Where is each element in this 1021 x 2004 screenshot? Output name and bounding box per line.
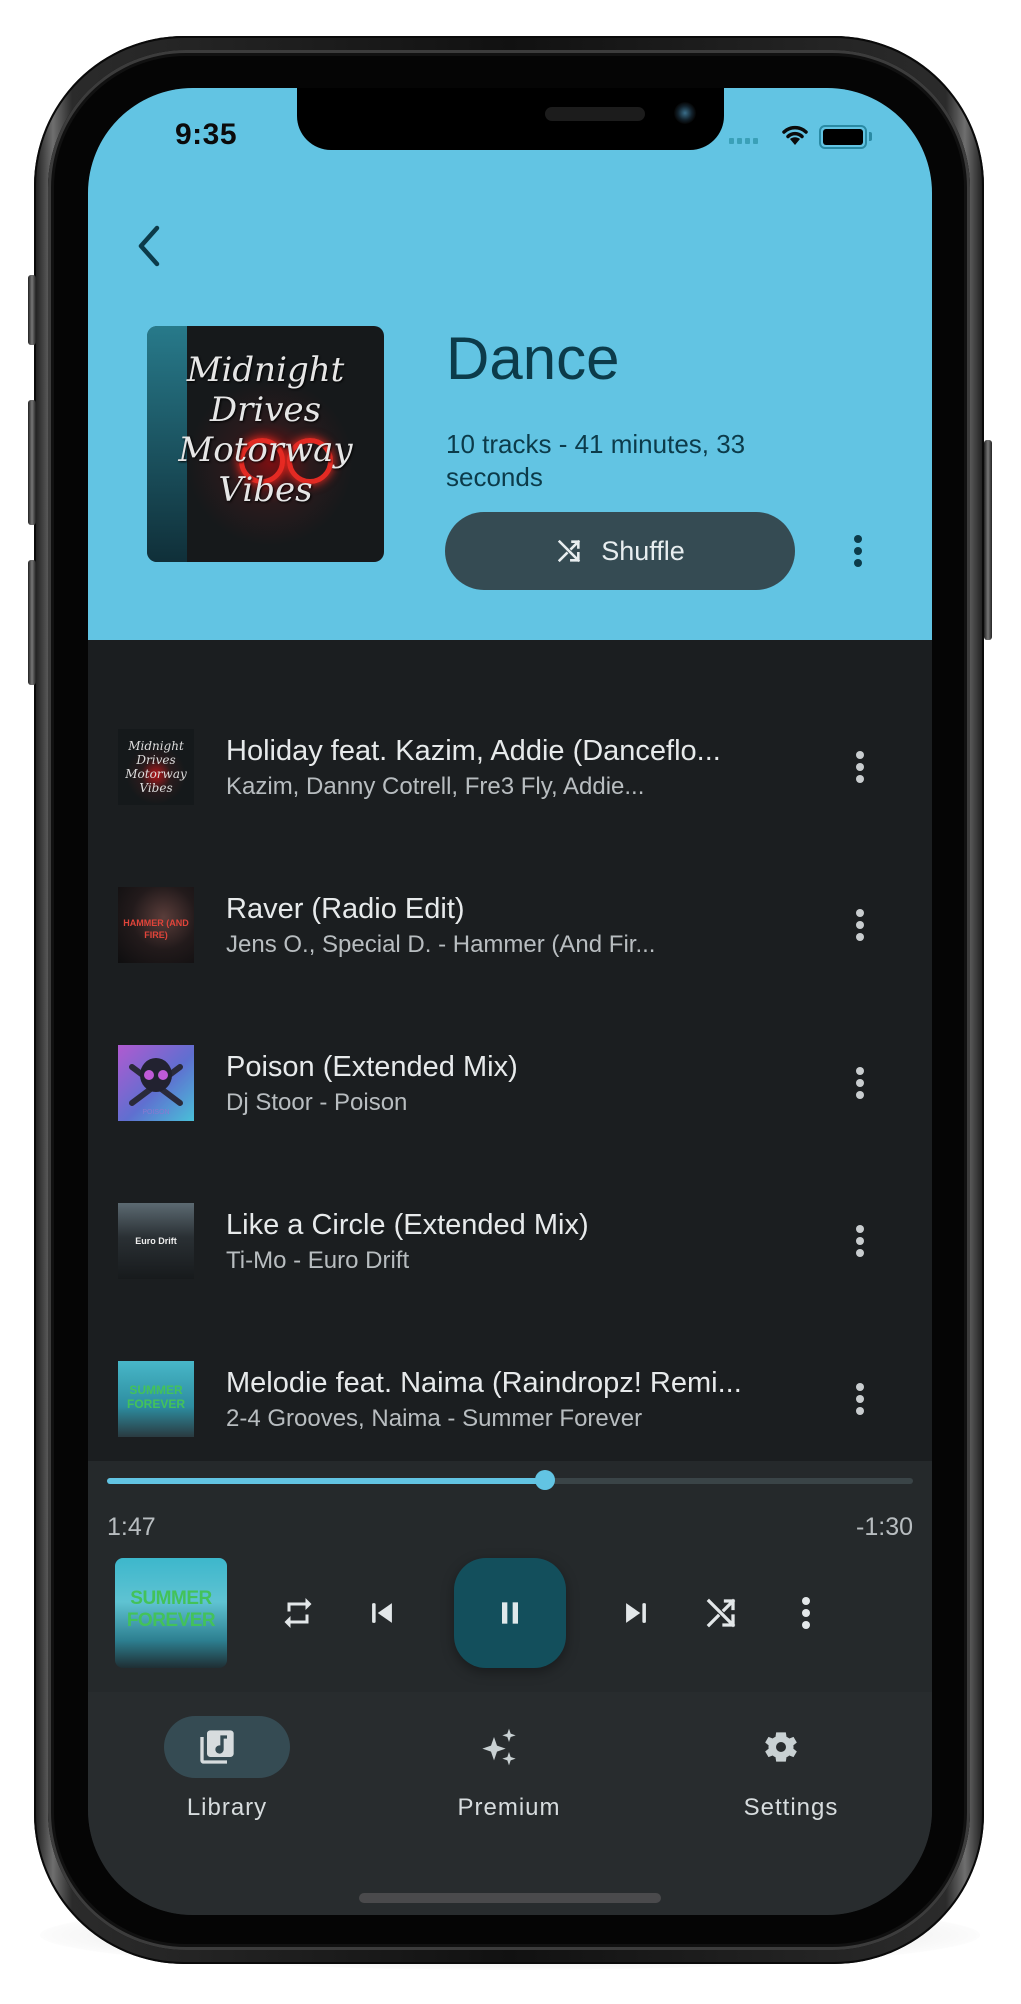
chevron-left-icon <box>138 225 160 267</box>
track-row[interactable]: Euro Drift Like a Circle (Extended Mix) … <box>88 1176 932 1306</box>
previous-button[interactable] <box>352 1583 412 1643</box>
track-title: Melodie feat. Naima (Raindropz! Remi... <box>226 1367 742 1399</box>
more-vertical-icon <box>802 1597 810 1629</box>
elapsed-time: 1:47 <box>107 1513 156 1541</box>
track-title: Holiday feat. Kazim, Addie (Danceflo... <box>226 735 721 767</box>
track-title: Like a Circle (Extended Mix) <box>226 1209 589 1241</box>
track-more-button[interactable] <box>845 1376 875 1422</box>
back-button[interactable] <box>124 216 174 276</box>
shuffle-toggle[interactable] <box>691 1583 751 1643</box>
more-vertical-icon <box>856 1225 864 1257</box>
track-art: POISON <box>118 1045 194 1121</box>
track-art: SUMMER FOREVER <box>118 1361 194 1437</box>
repeat-icon <box>284 1598 312 1628</box>
gear-icon <box>761 1727 801 1767</box>
nav-label: Library <box>186 1794 268 1821</box>
remaining-time: -1:30 <box>856 1513 913 1541</box>
track-artist: 2-4 Grooves, Naima - Summer Forever <box>226 1405 643 1432</box>
more-vertical-icon <box>856 1383 864 1415</box>
power-button <box>984 440 992 640</box>
nav-label: Settings <box>743 1794 839 1821</box>
shuffle-label: Shuffle <box>601 535 685 566</box>
mute-switch <box>28 275 36 345</box>
track-row[interactable]: SUMMER FOREVER Melodie feat. Naima (Rain… <box>88 1334 932 1464</box>
volume-up-button <box>28 400 36 525</box>
playlist-meta: 10 tracks - 41 minutes, 33 seconds <box>446 429 746 492</box>
track-artist: Dj Stoor - Poison <box>226 1089 408 1116</box>
track-more-button[interactable] <box>845 744 875 790</box>
cellular-signal-icon <box>729 138 758 144</box>
app-screen: 9:35 Midnight Drives Motorway Vibes Danc… <box>88 88 932 1915</box>
home-indicator[interactable] <box>359 1893 661 1903</box>
seek-thumb[interactable] <box>534 1470 555 1490</box>
track-row[interactable]: Midnight Drives Motorway Vibes Holiday f… <box>88 702 932 832</box>
track-artist: Ti-Mo - Euro Drift <box>226 1247 410 1274</box>
battery-tip <box>869 132 872 141</box>
camera <box>674 102 696 124</box>
more-vertical-icon <box>856 751 864 783</box>
bottom-navigation: Library Premium Settings <box>88 1692 932 1915</box>
shuffle-icon <box>558 539 581 563</box>
repeat-button[interactable] <box>268 1583 328 1643</box>
track-artist: Kazim, Danny Cotrell, Fre3 Fly, Addie... <box>226 773 645 800</box>
more-vertical-icon <box>856 1067 864 1099</box>
track-more-button[interactable] <box>845 1060 875 1106</box>
playlist-more-button[interactable] <box>843 528 873 574</box>
more-vertical-icon <box>854 535 862 567</box>
nav-item-premium[interactable]: Premium <box>420 1716 600 1826</box>
shuffle-icon <box>706 1598 736 1628</box>
library-music-icon <box>197 1727 237 1767</box>
next-button[interactable] <box>606 1583 666 1643</box>
track-art: Midnight Drives Motorway Vibes <box>118 729 194 805</box>
track-art: HAMMER (AND FIRE) <box>118 887 194 963</box>
volume-down-button <box>28 560 36 685</box>
playlist-cover-art: Midnight Drives Motorway Vibes <box>147 326 384 562</box>
seek-slider[interactable] <box>107 1470 913 1490</box>
track-list: Midnight Drives Motorway Vibes Holiday f… <box>88 640 932 1461</box>
track-row[interactable]: POISON Poison (Extended Mix) Dj Stoor - … <box>88 1018 932 1148</box>
skip-next-icon <box>626 1603 646 1623</box>
pause-icon <box>502 1602 518 1624</box>
status-time: 9:35 <box>175 118 238 151</box>
pause-button[interactable] <box>454 1558 566 1668</box>
track-art: Euro Drift <box>118 1203 194 1279</box>
track-more-button[interactable] <box>845 1218 875 1264</box>
seek-fill <box>107 1478 545 1484</box>
skip-previous-icon <box>372 1603 392 1623</box>
battery-icon <box>819 125 867 149</box>
nav-label: Premium <box>457 1794 561 1821</box>
player-more-button[interactable] <box>776 1583 836 1643</box>
playlist-title: Dance <box>446 325 620 392</box>
now-playing-art[interactable]: SUMMER FOREVER <box>115 1558 227 1668</box>
playlist-header: 9:35 Midnight Drives Motorway Vibes Danc… <box>88 88 932 640</box>
track-title: Raver (Radio Edit) <box>226 893 465 925</box>
wifi-icon <box>782 125 808 145</box>
track-artist: Jens O., Special D. - Hammer (And Fir... <box>226 931 656 958</box>
track-title: Poison (Extended Mix) <box>226 1051 518 1083</box>
nav-item-library[interactable]: Library <box>138 1716 318 1826</box>
shuffle-button[interactable]: Shuffle <box>445 512 795 590</box>
track-more-button[interactable] <box>845 902 875 948</box>
more-vertical-icon <box>856 909 864 941</box>
track-row[interactable]: HAMMER (AND FIRE) Raver (Radio Edit) Jen… <box>88 860 932 990</box>
speaker <box>545 107 645 121</box>
cover-art-text: Midnight Drives Motorway Vibes <box>178 350 353 510</box>
now-playing-bar: 1:47 -1:30 SUMMER FOREVER <box>88 1461 932 1692</box>
sparkles-icon <box>479 1727 519 1767</box>
notch <box>297 88 724 150</box>
nav-item-settings[interactable]: Settings <box>702 1716 882 1826</box>
